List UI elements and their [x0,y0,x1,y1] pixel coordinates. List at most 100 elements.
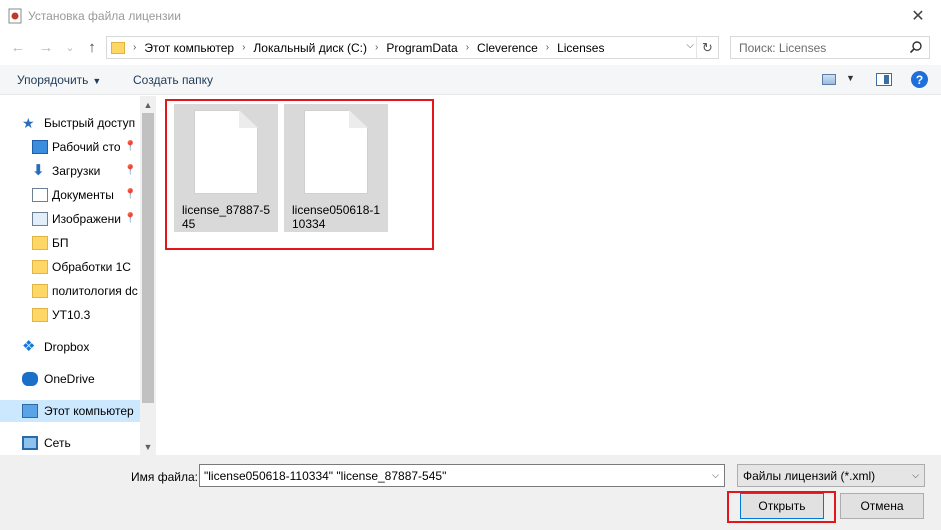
pin-icon: 📍 [124,141,137,152]
computer-icon [22,404,38,418]
breadcrumb-item[interactable]: Licenses [557,41,604,55]
view-options-dropdown[interactable]: ▼ [846,73,855,83]
selected-files-highlight [165,99,434,250]
sidebar-item[interactable]: ⬇ Загрузки 📍 [0,160,140,182]
open-button-highlight [727,491,836,523]
new-folder-button[interactable]: Создать папку [133,73,213,87]
organize-label: Упорядочить [17,73,89,87]
sidebar-item[interactable]: ❖ Dropbox [0,336,140,358]
downloads-icon: ⬇ [32,162,45,179]
pin-icon: 📍 [124,213,137,224]
chevron-down-icon[interactable]: ⌵ [712,470,719,481]
address-history-dropdown[interactable]: ⌵ [686,40,694,51]
sidebar-item[interactable]: политология dc [0,280,140,302]
sidebar-item-label: УТ10.3 [52,308,91,322]
sidebar-item-label: БП [52,236,69,250]
forward-arrow-icon: → [38,38,54,56]
sidebar-item[interactable]: БП [0,232,140,254]
pin-icon: 📍 [124,165,137,176]
filename-label: Имя файла: [131,470,198,484]
window-title: Установка файла лицензии [28,9,181,23]
sidebar-item[interactable]: Изображени…📍 [0,208,140,230]
breadcrumb-item[interactable]: Cleverence [477,41,538,55]
desktop-icon [32,140,48,154]
search-input[interactable]: Поиск: Licenses [730,36,930,59]
folder-icon [32,236,48,250]
scroll-down-icon[interactable]: ▼ [140,438,156,455]
sidebar-item[interactable]: ★ Быстрый доступ [0,112,140,134]
breadcrumb-separator-icon[interactable]: › [375,42,378,53]
sidebar-item[interactable]: Рабочий сто…📍 [0,136,140,158]
search-placeholder: Поиск: Licenses [739,41,827,55]
navigation-pane: ★Быстрый доступРабочий сто…📍⬇Загрузки📍До… [0,96,156,455]
change-view-icon[interactable] [822,74,836,85]
search-icon [909,41,922,54]
file-open-dialog: Установка файла лицензии ✕ ← → ⌄ ↑ › Этот… [0,0,941,530]
sidebar-item-label: Этот компьютер [44,404,134,418]
sidebar-item-label: Быстрый доступ [44,116,136,130]
breadcrumb-item[interactable]: Этот компьютер [144,41,234,55]
onedrive-icon [22,372,38,386]
up-button[interactable]: ↑ [82,37,102,57]
close-button[interactable]: ✕ [895,0,941,31]
sidebar-item[interactable]: Сеть [0,432,140,454]
breadcrumb: › Этот компьютер › Локальный диск (C:) › Prog… [133,41,612,55]
address-bar[interactable]: › Этот компьютер › Локальный диск (C:) › Prog… [106,36,719,59]
scrollbar-thumb[interactable] [142,113,154,403]
help-icon[interactable]: ? [911,71,928,88]
folder-icon [32,308,48,322]
breadcrumb-separator-icon[interactable]: › [546,42,549,53]
sidebar-item-label: Сеть [44,436,71,450]
sidebar-item[interactable]: УТ10.3 [0,304,140,326]
star-icon: ★ [22,115,35,131]
filetype-value: Файлы лицензий (*.xml) [743,469,876,483]
pictures-icon [32,212,48,226]
navigation-row: ← → ⌄ ↑ › Этот компьютер › Локальный диск (… [0,33,941,61]
breadcrumb-separator-icon[interactable]: › [466,42,469,53]
filetype-select[interactable]: Файлы лицензий (*.xml) ⌵ [737,464,925,487]
command-bar: Упорядочить ▼ Создать папку ▼ ? [0,65,941,95]
breadcrumb-item[interactable]: ProgramData [386,41,457,55]
folder-icon [111,41,125,54]
forward-button[interactable]: → [36,37,56,57]
recent-locations-button[interactable]: ⌄ [60,37,80,57]
folder-icon [32,260,48,274]
scroll-up-icon[interactable]: ▲ [140,96,156,113]
organize-button[interactable]: Упорядочить ▼ [17,73,101,87]
dropbox-icon: ❖ [22,338,36,355]
sidebar-item-label: Документы [52,188,114,202]
documents-icon [32,188,48,202]
back-button[interactable]: ← [8,37,28,57]
app-icon [8,8,22,24]
caret-down-icon: ▼ [92,76,102,86]
up-arrow-icon: ↑ [88,38,96,56]
network-icon [22,436,38,450]
breadcrumb-separator-icon[interactable]: › [242,42,245,53]
filename-field[interactable]: "license050618-110334" "license_87887-54… [199,464,725,487]
sidebar-item-label: OneDrive [44,372,95,386]
cancel-button[interactable]: Отмена [840,493,924,519]
breadcrumb-separator-icon[interactable]: › [133,42,136,53]
folder-icon [32,284,48,298]
refresh-button[interactable]: ↻ [696,37,718,58]
preview-pane-icon[interactable] [876,73,892,86]
title-bar: Установка файла лицензии ✕ [0,0,941,31]
sidebar-item-label: Обработки 1С [52,260,131,274]
sidebar-scrollbar[interactable]: ▲ ▼ [140,96,156,455]
sidebar-item-label: Рабочий сто… [52,140,122,154]
sidebar-item[interactable]: Обработки 1С [0,256,140,278]
filename-value: "license050618-110334" "license_87887-54… [204,469,447,483]
back-arrow-icon: ← [10,38,26,56]
close-icon: ✕ [911,7,925,25]
sidebar-item-label: политология dc [52,284,138,298]
chevron-down-icon: ⌵ [912,470,919,480]
pin-icon: 📍 [124,189,137,200]
sidebar-item-label: Dropbox [44,340,90,354]
sidebar-item[interactable]: OneDrive [0,368,140,390]
sidebar-item[interactable]: Этот компьютер [0,400,140,422]
refresh-icon: ↻ [702,39,713,55]
chevron-down-icon: ⌄ [65,41,75,54]
breadcrumb-item[interactable]: Локальный диск (C:) [253,41,367,55]
sidebar-item-label: Изображени… [52,212,122,226]
sidebar-item[interactable]: Документы 📍 [0,184,140,206]
